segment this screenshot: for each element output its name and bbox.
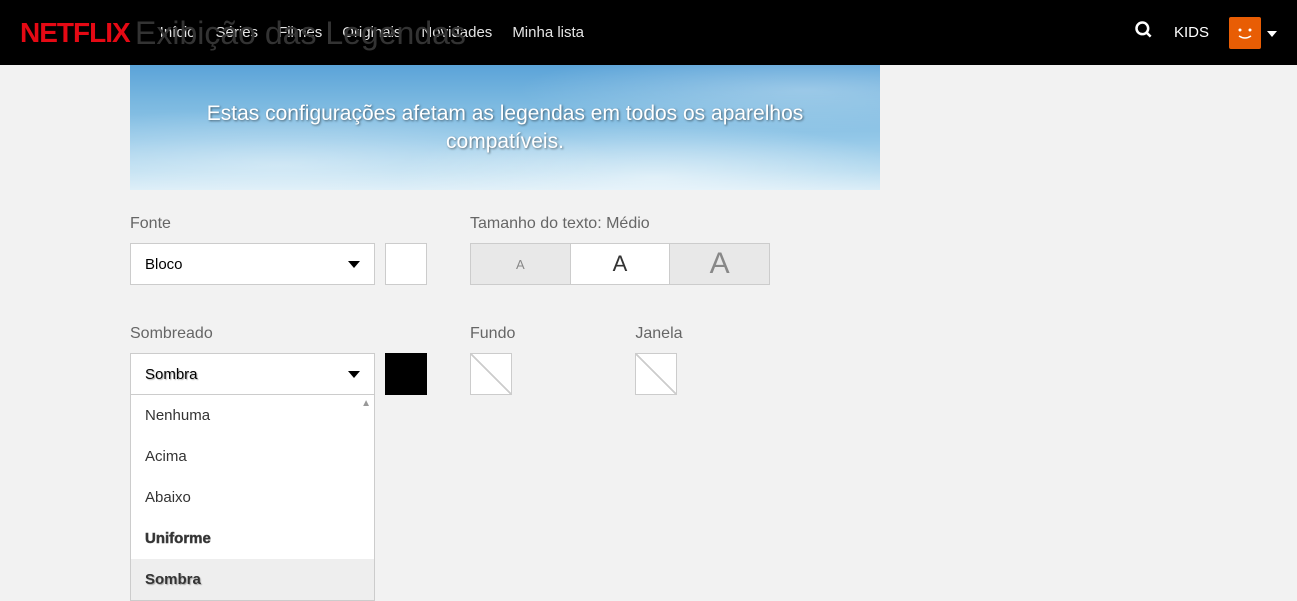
- preview-text: Estas configurações afetam as legendas e…: [190, 100, 820, 155]
- page-title: Exibição das Legendas: [135, 15, 466, 52]
- shadow-option-nenhuma[interactable]: Nenhuma: [131, 395, 374, 436]
- shadow-group: Sombreado Sombra ▲ Nenhuma Acima Abaixo …: [130, 325, 430, 395]
- netflix-logo[interactable]: NETFLIX: [20, 17, 130, 49]
- shadow-option-abaixo[interactable]: Abaixo: [131, 477, 374, 518]
- size-small[interactable]: A: [471, 244, 571, 284]
- text-size-group: Tamanho do texto: Médio A A A: [470, 215, 770, 285]
- row-shadow-bg-window: Sombreado Sombra ▲ Nenhuma Acima Abaixo …: [130, 325, 1297, 395]
- nav-minha-lista[interactable]: Minha lista: [512, 24, 584, 41]
- chevron-down-icon: [1267, 24, 1277, 42]
- text-size-selector: A A A: [470, 243, 770, 285]
- text-size-label: Tamanho do texto: Médio: [470, 215, 770, 233]
- subtitle-preview: Estas configurações afetam as legendas e…: [130, 65, 880, 190]
- size-large[interactable]: A: [670, 244, 769, 284]
- profile-menu[interactable]: [1229, 17, 1277, 49]
- font-select[interactable]: Bloco: [130, 243, 375, 285]
- size-medium[interactable]: A: [571, 244, 671, 284]
- shadow-option-sombra[interactable]: Sombra: [131, 559, 374, 600]
- shadow-option-acima[interactable]: Acima: [131, 436, 374, 477]
- avatar: [1229, 17, 1261, 49]
- kids-link[interactable]: KIDS: [1174, 24, 1209, 41]
- janela-swatch[interactable]: [635, 353, 677, 395]
- shadow-select[interactable]: Sombra: [130, 353, 375, 395]
- fundo-swatch[interactable]: [470, 353, 512, 395]
- search-icon[interactable]: [1134, 20, 1154, 45]
- dropdown-arrow-icon: [348, 371, 360, 378]
- shadow-selected-value: Sombra: [145, 366, 198, 383]
- dropdown-arrow-icon: [348, 261, 360, 268]
- font-label: Fonte: [130, 215, 430, 233]
- scroll-up-icon[interactable]: ▲: [361, 398, 371, 409]
- header-right: KIDS: [1134, 17, 1277, 49]
- font-selected-value: Bloco: [145, 256, 183, 273]
- shadow-label: Sombreado: [130, 325, 430, 343]
- row-font-size: Fonte Bloco Tamanho do texto: Médio A A …: [130, 215, 1297, 285]
- shadow-color-swatch[interactable]: [385, 353, 427, 395]
- font-group: Fonte Bloco: [130, 215, 430, 285]
- shadow-dropdown-list: ▲ Nenhuma Acima Abaixo Uniforme Sombra: [130, 395, 375, 601]
- janela-label: Janela: [635, 325, 682, 343]
- janela-group: Janela: [635, 325, 682, 395]
- fundo-label: Fundo: [470, 325, 515, 343]
- content-area: Exibição das Legendas Estas configuraçõe…: [0, 65, 1297, 493]
- shadow-option-uniforme[interactable]: Uniforme: [131, 518, 374, 559]
- font-color-swatch[interactable]: [385, 243, 427, 285]
- fundo-group: Fundo: [470, 325, 515, 395]
